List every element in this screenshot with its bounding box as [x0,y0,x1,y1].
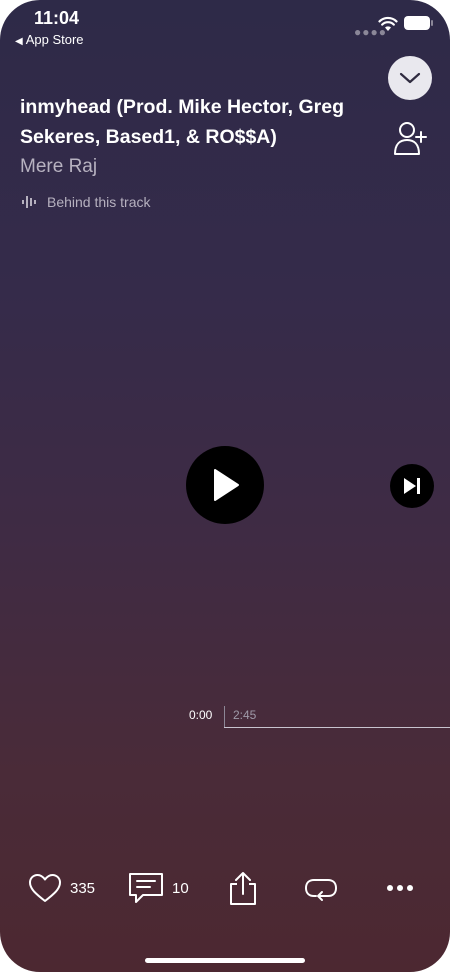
status-time: 11:04 [34,8,80,28]
comment-icon [129,873,163,903]
player-screen: 11:04 ◀ App Store ●●●● inmyhead (Prod. Mi… [0,0,450,972]
behind-label: Behind this track [47,194,151,210]
action-bar: 335 10 [0,866,450,910]
share-button[interactable] [228,866,258,910]
add-user-icon [394,122,427,155]
back-arrow-icon: ◀ [15,36,23,47]
home-indicator[interactable] [145,958,305,963]
battery-icon [404,16,433,30]
repost-icon [304,879,338,901]
like-button[interactable]: 335 [28,866,95,910]
repost-button[interactable] [304,866,338,910]
share-icon [230,872,256,905]
chevron-down-icon [399,72,421,84]
more-options-button[interactable] [386,866,414,910]
heart-icon [29,874,61,902]
back-to-app-store[interactable]: ◀ App Store [15,32,84,47]
waveform-icon [22,196,36,208]
comments-button[interactable]: 10 [128,866,189,910]
like-count: 335 [70,879,96,897]
artist-name[interactable]: Mere Raj [20,156,97,178]
comment-count: 10 [172,879,189,897]
waveform-scrubber[interactable] [224,727,450,728]
skip-next-button[interactable] [390,464,434,508]
playhead[interactable] [224,706,225,728]
skip-next-icon [404,478,420,494]
play-button[interactable] [186,446,264,524]
more-icon [387,885,413,891]
track-title: inmyhead (Prod. Mike Hector, Greg Sekere… [20,96,344,148]
status-bar: 11:04 ◀ App Store ●●●● [0,0,450,50]
play-icon [214,469,239,501]
wifi-icon [378,16,398,31]
follow-artist-button[interactable] [390,118,430,158]
duration: 2:45 [233,708,257,722]
collapse-player-button[interactable] [388,56,432,100]
back-label: App Store [25,32,84,47]
current-time: 0:00 [189,708,213,722]
behind-this-track-link[interactable]: Behind this track [22,194,151,210]
